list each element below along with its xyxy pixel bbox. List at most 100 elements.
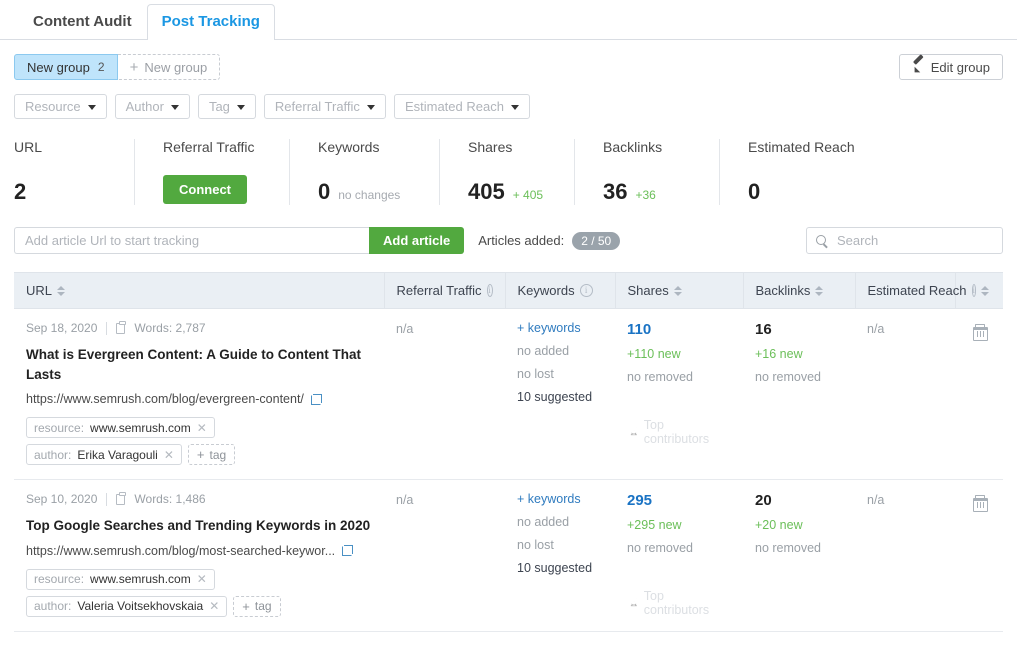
search-box[interactable] xyxy=(806,227,1003,254)
connect-button[interactable]: Connect xyxy=(163,175,247,204)
article-title[interactable]: What is Evergreen Content: A Guide to Co… xyxy=(26,345,372,384)
column-header-shares[interactable]: Shares xyxy=(614,272,743,309)
info-icon[interactable]: i xyxy=(579,284,593,297)
top-contributors-label: Top contributors xyxy=(643,418,710,446)
tag-remove-icon[interactable]: ✕ xyxy=(209,599,219,613)
column-header-url[interactable]: URL xyxy=(14,272,384,309)
info-icon[interactable]: i xyxy=(971,284,977,297)
column-header-referral-traffic[interactable]: Referral Traffic i xyxy=(383,272,505,309)
tag-remove-icon[interactable]: ✕ xyxy=(197,572,207,586)
summary-keywords-delta: no changes xyxy=(338,188,401,202)
document-icon xyxy=(116,320,127,334)
tag-resource[interactable]: resource: www.semrush.com ✕ xyxy=(26,568,215,590)
cell-url: Sep 18, 2020 Words: 2,787 What is Evergr… xyxy=(14,308,384,481)
keywords-lost: no lost xyxy=(517,367,554,381)
sort-icon[interactable] xyxy=(673,285,682,296)
add-tag-label: tag xyxy=(209,447,227,462)
column-header-estimated-reach-label: Estimated Reach xyxy=(867,283,967,298)
keywords-suggested[interactable]: 10 suggested xyxy=(517,390,603,404)
backlinks-value: 16 xyxy=(755,321,772,338)
cell-shares: 295 +295 new no removed Top contributors xyxy=(615,479,743,633)
tag-row: author: Erika Varagouli ✕ + tag xyxy=(26,444,236,466)
summary-shares-label: Shares xyxy=(468,139,513,155)
article-tags: resource: www.semrush.com ✕ author: Erik… xyxy=(26,417,356,466)
tag-resource[interactable]: resource: www.semrush.com ✕ xyxy=(26,417,215,439)
info-icon[interactable]: i xyxy=(486,284,493,297)
articles-table: URL Referral Traffic i Keywords i Shares xyxy=(14,272,1003,633)
shares-value[interactable]: 295 xyxy=(627,492,731,509)
sort-icon[interactable] xyxy=(981,285,990,296)
column-header-keywords[interactable]: Keywords i xyxy=(504,272,615,309)
shares-removed: no removed xyxy=(627,541,694,556)
chevron-down-icon xyxy=(236,104,245,110)
tag-resource-key: resource: xyxy=(34,572,85,587)
summary-url-value: 2 xyxy=(14,179,27,204)
tag-remove-icon[interactable]: ✕ xyxy=(197,421,207,435)
tab-content-audit[interactable]: Content Audit xyxy=(18,4,147,40)
group-chip-label: New group xyxy=(27,59,90,75)
trophy-icon xyxy=(627,598,638,609)
add-article-url-input[interactable] xyxy=(14,227,369,254)
keywords-suggested[interactable]: 10 suggested xyxy=(517,561,603,575)
tag-author[interactable]: author: Valeria Voitsekhovskaia ✕ xyxy=(26,595,228,617)
sort-icon[interactable] xyxy=(815,285,824,296)
top-contributors-link[interactable]: Top contributors xyxy=(627,589,731,617)
external-link-icon[interactable] xyxy=(310,393,322,405)
article-url-link[interactable]: https://www.semrush.com/blog/evergreen-c… xyxy=(26,392,304,406)
backlinks-removed: no removed xyxy=(755,370,822,384)
cell-estimated-reach: n/a xyxy=(855,479,955,633)
referral-traffic-value: n/a xyxy=(396,322,414,336)
article-title[interactable]: Top Google Searches and Trending Keyword… xyxy=(26,516,372,536)
top-contributors-label: Top contributors xyxy=(643,589,710,618)
filter-referral-traffic-label: Referral Traffic xyxy=(274,99,360,114)
cell-keywords: + keywords no added no lost 10 suggested xyxy=(505,479,615,633)
add-tag-button[interactable]: + tag xyxy=(187,444,236,466)
chevron-down-icon xyxy=(366,104,375,110)
tag-resource-key: resource: xyxy=(34,420,85,435)
filter-estimated-reach-label: Estimated Reach xyxy=(404,99,504,114)
sort-icon[interactable] xyxy=(57,285,66,296)
shares-new: +110 new xyxy=(627,347,681,361)
shares-value[interactable]: 110 xyxy=(627,321,731,338)
delete-icon[interactable] xyxy=(972,324,988,341)
tag-remove-icon[interactable]: ✕ xyxy=(164,448,174,462)
column-header-backlinks[interactable]: Backlinks xyxy=(742,272,855,309)
articles-table-wrapper: URL Referral Traffic i Keywords i Shares xyxy=(0,254,1017,633)
summary-referral-traffic: Referral Traffic Connect xyxy=(134,139,289,205)
search-input[interactable] xyxy=(835,232,993,249)
backlinks-value: 20 xyxy=(755,492,772,510)
new-group-button[interactable]: + New group xyxy=(117,54,221,80)
search-icon xyxy=(816,234,828,247)
filter-resource[interactable]: Resource xyxy=(14,94,107,119)
keywords-lost: no lost xyxy=(517,538,554,553)
tag-author[interactable]: author: Erika Varagouli ✕ xyxy=(26,444,182,466)
add-tag-button[interactable]: + tag xyxy=(233,595,281,617)
filter-tag[interactable]: Tag xyxy=(197,94,256,119)
group-chip-new-group[interactable]: New group 2 xyxy=(14,54,118,80)
table-header-row: URL Referral Traffic i Keywords i Shares xyxy=(14,272,1003,309)
add-keywords-link[interactable]: + keywords xyxy=(517,321,603,335)
tab-post-tracking[interactable]: Post Tracking xyxy=(146,4,275,40)
backlinks-removed: no removed xyxy=(755,541,822,556)
summary-shares-value: 405 xyxy=(468,179,505,204)
tag-author-value: Valeria Voitsekhovskaia xyxy=(77,599,204,614)
add-article-button[interactable]: Add article xyxy=(369,227,465,254)
top-contributors-link[interactable]: Top contributors xyxy=(627,418,731,446)
article-url-link[interactable]: https://www.semrush.com/blog/most-search… xyxy=(26,544,335,558)
articles-added-label: Articles added: xyxy=(478,233,565,248)
filter-referral-traffic[interactable]: Referral Traffic xyxy=(263,94,386,119)
filter-author[interactable]: Author xyxy=(114,94,190,119)
delete-icon[interactable] xyxy=(972,495,988,513)
filter-author-label: Author xyxy=(125,99,164,114)
add-keywords-link[interactable]: + keywords xyxy=(517,492,603,506)
filter-estimated-reach[interactable]: Estimated Reach xyxy=(393,94,530,119)
summary-backlinks-label: Backlinks xyxy=(603,139,663,155)
article-url: https://www.semrush.com/blog/most-search… xyxy=(26,544,372,558)
table-row: Sep 10, 2020 Words: 1,486 Top Google Sea… xyxy=(14,479,1003,633)
edit-group-button[interactable]: Edit group xyxy=(898,54,1003,80)
group-chip-count: 2 xyxy=(97,59,105,74)
external-link-icon[interactable] xyxy=(342,545,354,557)
summary-estimated-reach: Estimated Reach 0 xyxy=(719,139,877,205)
tag-author-key: author: xyxy=(34,599,72,614)
column-header-estimated-reach[interactable]: Estimated Reach i xyxy=(854,272,990,309)
